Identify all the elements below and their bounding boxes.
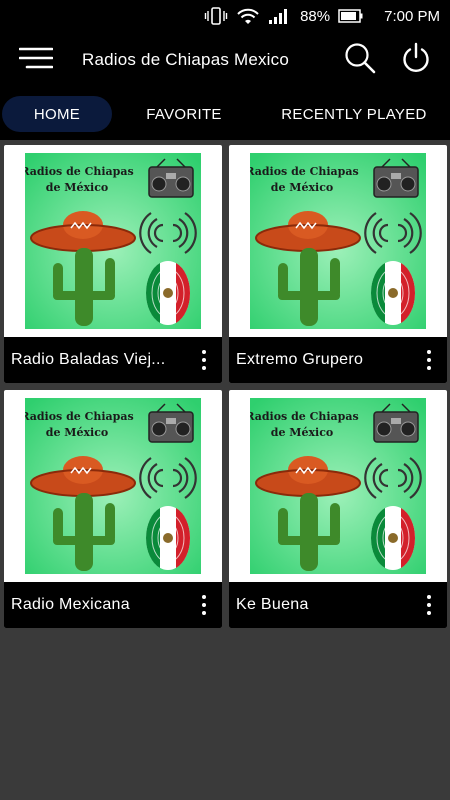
menu-button[interactable] (0, 32, 72, 88)
vibrate-icon (204, 6, 228, 26)
station-card[interactable]: Radios de Chiapas de México (229, 390, 447, 628)
power-button[interactable] (388, 32, 444, 88)
clock: 7:00 PM (384, 7, 440, 25)
hamburger-icon (18, 46, 54, 75)
station-card[interactable]: Radios de Chiapas de México (229, 145, 447, 383)
power-icon (401, 42, 431, 79)
mexico-flag-fingerprint-icon (145, 261, 191, 325)
station-card[interactable]: Radios de Chiapas de México (4, 145, 222, 383)
more-options-button[interactable] (186, 582, 222, 628)
more-options-button[interactable] (411, 582, 447, 628)
tab-home[interactable]: HOME (2, 96, 112, 132)
more-vertical-icon (202, 595, 206, 615)
search-icon (343, 41, 377, 80)
app-bar: Radios de Chiapas Mexico (0, 32, 450, 88)
cover-title-line1: Radios de Chiapas (25, 165, 134, 178)
card-footer: Ke Buena (229, 582, 447, 628)
status-bar: 88% 7:00 PM (0, 0, 450, 32)
more-vertical-icon (202, 350, 206, 370)
station-name: Ke Buena (236, 596, 309, 613)
more-options-button[interactable] (186, 337, 222, 383)
station-cover-image: Radios de Chiapas de México (25, 398, 201, 574)
station-name: Radio Baladas Viej... (11, 351, 166, 368)
card-footer: Extremo Grupero (229, 337, 447, 383)
battery-percentage: 88% (300, 7, 331, 25)
more-vertical-icon (427, 595, 431, 615)
app-title: Radios de Chiapas Mexico (82, 50, 290, 69)
cover-title-line1: Radios de Chiapas (250, 410, 359, 423)
signal-icon (268, 7, 290, 25)
card-footer: Radio Mexicana (4, 582, 222, 628)
cover-title-line2: de México (271, 181, 333, 194)
mexico-flag-fingerprint-icon (145, 506, 191, 570)
tab-favorite[interactable]: FAVORITE (129, 96, 239, 132)
more-vertical-icon (427, 350, 431, 370)
mexico-flag-fingerprint-icon (370, 506, 416, 570)
station-name: Radio Mexicana (11, 596, 130, 613)
station-cover-image: Radios de Chiapas de México (25, 153, 201, 329)
search-button[interactable] (332, 32, 388, 88)
more-options-button[interactable] (411, 337, 447, 383)
cover-title-line2: de México (271, 426, 333, 439)
station-cover-image: Radios de Chiapas de México (250, 398, 426, 574)
station-name: Extremo Grupero (236, 351, 364, 368)
station-cover-image: Radios de Chiapas de México (250, 153, 426, 329)
tab-bar: HOME FAVORITE RECENTLY PLAYED (0, 88, 450, 140)
card-footer: Radio Baladas Viej... (4, 337, 222, 383)
cover-title-line1: Radios de Chiapas (250, 165, 359, 178)
mexico-flag-fingerprint-icon (370, 261, 416, 325)
battery-icon (338, 8, 364, 24)
cover-title-line2: de México (46, 181, 108, 194)
tab-recently-played[interactable]: RECENTLY PLAYED (269, 96, 439, 132)
cover-title-line1: Radios de Chiapas (25, 410, 134, 423)
cover-title-line2: de México (46, 426, 108, 439)
station-card[interactable]: Radios de Chiapas de México (4, 390, 222, 628)
wifi-icon (236, 6, 260, 26)
